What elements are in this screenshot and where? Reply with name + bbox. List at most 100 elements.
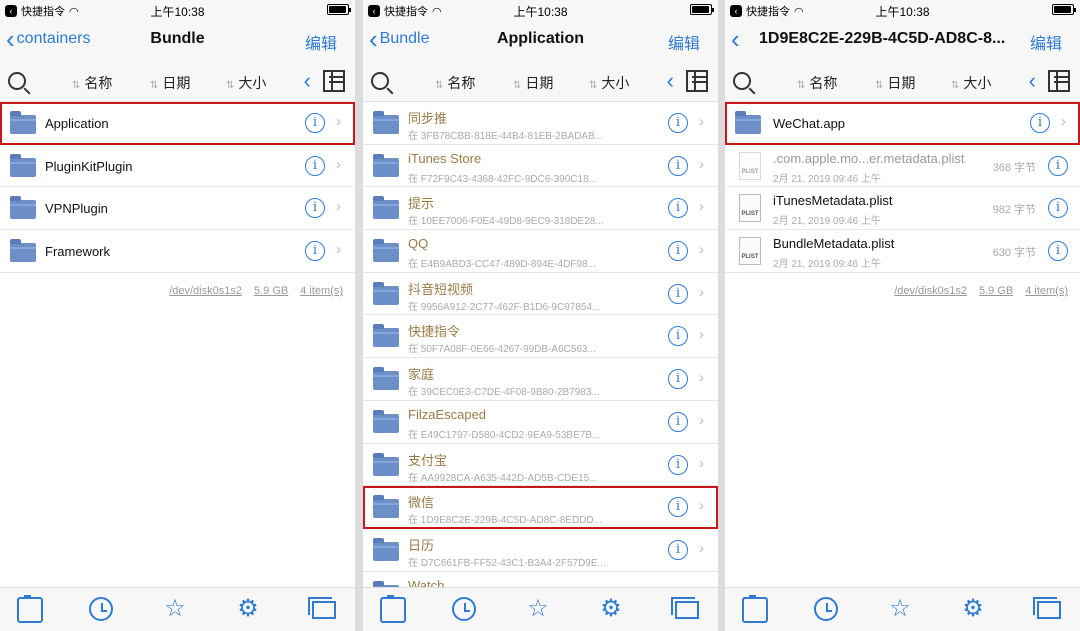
- info-icon[interactable]: i: [668, 539, 688, 560]
- sort-by-date[interactable]: ⇅ 日期: [875, 73, 915, 93]
- search-icon[interactable]: [371, 72, 389, 90]
- chevron-left-icon[interactable]: ‹: [304, 68, 311, 94]
- list-item[interactable]: 家庭在 39CEC0E3-C7DE-4F08-9B80-2B7983... i ›: [363, 358, 718, 401]
- clipboard-icon[interactable]: [742, 595, 768, 623]
- clock-icon[interactable]: [814, 597, 838, 621]
- view-toggle-icon[interactable]: [323, 70, 345, 92]
- list-item[interactable]: QQ 在 E4B9ABD3-CC47-489D-894E-4DF98... i ›: [363, 230, 718, 273]
- disk-path[interactable]: /dev/disk0s1s2: [894, 285, 967, 297]
- edit-button[interactable]: 编辑: [1030, 30, 1062, 54]
- info-icon[interactable]: i: [668, 198, 688, 219]
- search-icon[interactable]: [8, 72, 26, 90]
- info-icon[interactable]: i: [668, 241, 688, 262]
- info-icon[interactable]: i: [1048, 198, 1068, 219]
- list-item-wechat-app[interactable]: WeChat.app i ›: [725, 102, 1080, 145]
- chevron-right-icon[interactable]: ›: [699, 540, 704, 557]
- sort-by-size[interactable]: ⇅ 大小: [226, 73, 266, 93]
- item-count[interactable]: 4 item(s): [300, 285, 343, 297]
- chevron-right-icon[interactable]: ›: [699, 156, 704, 173]
- info-icon[interactable]: i: [668, 497, 688, 518]
- list-item[interactable]: PluginKitPlugin i ›: [0, 144, 355, 188]
- windows-icon[interactable]: [308, 597, 336, 619]
- info-icon[interactable]: i: [668, 113, 688, 133]
- chevron-left-icon[interactable]: ‹: [667, 68, 674, 94]
- info-icon[interactable]: i: [668, 411, 688, 432]
- windows-icon[interactable]: [671, 597, 699, 619]
- chevron-right-icon[interactable]: ›: [699, 412, 704, 429]
- list-item[interactable]: PLIST .com.apple.mo...er.metadata.plist 2月…: [725, 144, 1080, 188]
- star-icon[interactable]: ☆: [162, 596, 188, 622]
- chevron-right-icon[interactable]: ›: [336, 241, 341, 258]
- info-icon[interactable]: i: [305, 155, 325, 176]
- sort-by-date[interactable]: ⇅ 日期: [513, 73, 553, 93]
- clock-icon[interactable]: [452, 597, 476, 621]
- view-toggle-icon[interactable]: [686, 70, 708, 92]
- info-icon[interactable]: i: [1048, 155, 1068, 176]
- chevron-right-icon[interactable]: ›: [699, 113, 704, 130]
- item-count[interactable]: 4 item(s): [1025, 285, 1068, 297]
- list-item[interactable]: 支付宝在 AA9928CA-A635-442D-AD5B-CDE15... i ›: [363, 443, 718, 487]
- list-item[interactable]: 提示在 10EE7006-F0E4-49D8-9EC9-318DE28... i ›: [363, 187, 718, 231]
- clipboard-icon[interactable]: [380, 595, 406, 623]
- chevron-right-icon[interactable]: ›: [699, 455, 704, 472]
- chevron-right-icon[interactable]: ›: [336, 198, 341, 215]
- disk-size[interactable]: 5.9 GB: [254, 285, 288, 297]
- chevron-right-icon[interactable]: ›: [336, 113, 341, 130]
- list-item-application[interactable]: Application i ›: [0, 102, 355, 145]
- sort-by-name[interactable]: ⇅ 名称: [435, 73, 475, 93]
- clipboard-icon[interactable]: [17, 595, 43, 623]
- info-icon[interactable]: i: [668, 369, 688, 390]
- disk-size[interactable]: 5.9 GB: [979, 285, 1013, 297]
- chevron-right-icon[interactable]: ›: [699, 369, 704, 386]
- info-icon[interactable]: i: [305, 113, 325, 133]
- clock-icon[interactable]: [89, 597, 113, 621]
- chevron-right-icon[interactable]: ›: [1061, 113, 1066, 130]
- info-icon[interactable]: i: [668, 454, 688, 475]
- chevron-right-icon[interactable]: ›: [699, 198, 704, 215]
- info-icon[interactable]: i: [668, 326, 688, 347]
- sort-by-name[interactable]: ⇅ 名称: [797, 73, 837, 93]
- sort-by-date[interactable]: ⇅ 日期: [150, 73, 190, 93]
- gear-icon[interactable]: ⚙: [235, 596, 261, 622]
- info-icon[interactable]: i: [668, 155, 688, 176]
- list-item[interactable]: iTunes Store 在 F72F9C43-4368-42FC-9DC6-39…: [363, 144, 718, 188]
- item-path: 在 39CEC0E3-C7DE-4F08-9B80-2B7983...: [408, 387, 600, 399]
- list-item[interactable]: 同步推在 3FB78CBB-818E-44B4-81EB-2BADAB... i ›: [363, 102, 718, 145]
- file-name: .com.apple.mo...er.metadata.plist: [773, 150, 965, 166]
- edit-button[interactable]: 编辑: [305, 30, 337, 54]
- chevron-right-icon[interactable]: ›: [336, 156, 341, 173]
- list-item[interactable]: PLIST iTunesMetadata.plist 2月 21, 2019 09:…: [725, 187, 1080, 231]
- chevron-right-icon[interactable]: ›: [699, 497, 704, 514]
- info-icon[interactable]: i: [305, 241, 325, 262]
- chevron-right-icon[interactable]: ›: [699, 241, 704, 258]
- sort-by-size[interactable]: ⇅ 大小: [589, 73, 629, 93]
- folder-icon: [373, 495, 399, 519]
- info-icon[interactable]: i: [1030, 113, 1050, 133]
- windows-icon[interactable]: [1033, 597, 1061, 619]
- list-item-wechat[interactable]: 微信在 1D9E8C2E-229B-4C5D-AD8C-8EDDD... i ›: [363, 486, 718, 529]
- chevron-right-icon[interactable]: ›: [699, 284, 704, 301]
- sort-by-name[interactable]: ⇅ 名称: [72, 73, 112, 93]
- star-icon[interactable]: ☆: [887, 596, 913, 622]
- disk-path[interactable]: /dev/disk0s1s2: [169, 285, 242, 297]
- back-button[interactable]: ‹: [731, 26, 742, 52]
- list-item[interactable]: Framework i ›: [0, 230, 355, 273]
- info-icon[interactable]: i: [1048, 241, 1068, 262]
- gear-icon[interactable]: ⚙: [960, 596, 986, 622]
- list-item[interactable]: 快捷指令在 50F7A08F-0E66-4267-99DB-A6C563... i…: [363, 315, 718, 359]
- info-icon[interactable]: i: [305, 198, 325, 219]
- gear-icon[interactable]: ⚙: [598, 596, 624, 622]
- edit-button[interactable]: 编辑: [668, 30, 700, 54]
- list-item[interactable]: 抖音短视频在 9956A912-2C77-462F-B1D6-9C97854..…: [363, 272, 718, 316]
- star-icon[interactable]: ☆: [525, 596, 551, 622]
- list-item[interactable]: 日历在 D7C661FB-FF52-43C1-B3A4-2F57D9E... i ›: [363, 528, 718, 572]
- chevron-left-icon[interactable]: ‹: [1029, 68, 1036, 94]
- list-item[interactable]: VPNPlugin i ›: [0, 187, 355, 231]
- info-icon[interactable]: i: [668, 283, 688, 304]
- view-toggle-icon[interactable]: [1048, 70, 1070, 92]
- sort-by-size[interactable]: ⇅ 大小: [951, 73, 991, 93]
- list-item[interactable]: PLIST BundleMetadata.plist 2月 21, 2019 09:…: [725, 230, 1080, 273]
- chevron-right-icon[interactable]: ›: [699, 326, 704, 343]
- list-item[interactable]: FilzaEscaped 在 E49C1797-D580-4CD2-9EA9-53…: [363, 400, 718, 444]
- search-icon[interactable]: [733, 72, 751, 90]
